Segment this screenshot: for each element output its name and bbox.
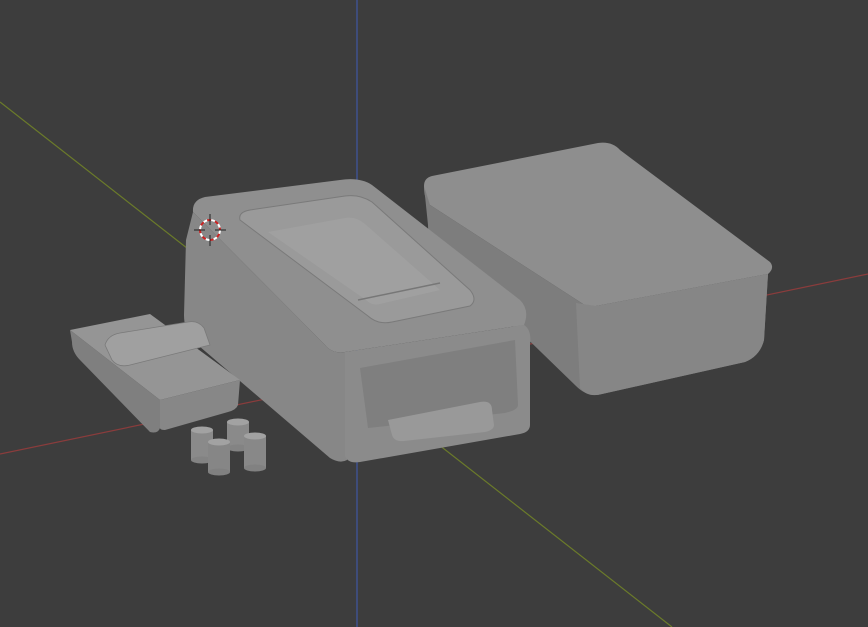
cylinder[interactable]: [208, 438, 230, 476]
cylinder[interactable]: [244, 432, 266, 472]
cylinders-object[interactable]: [191, 418, 266, 476]
3d-viewport[interactable]: [0, 0, 868, 627]
